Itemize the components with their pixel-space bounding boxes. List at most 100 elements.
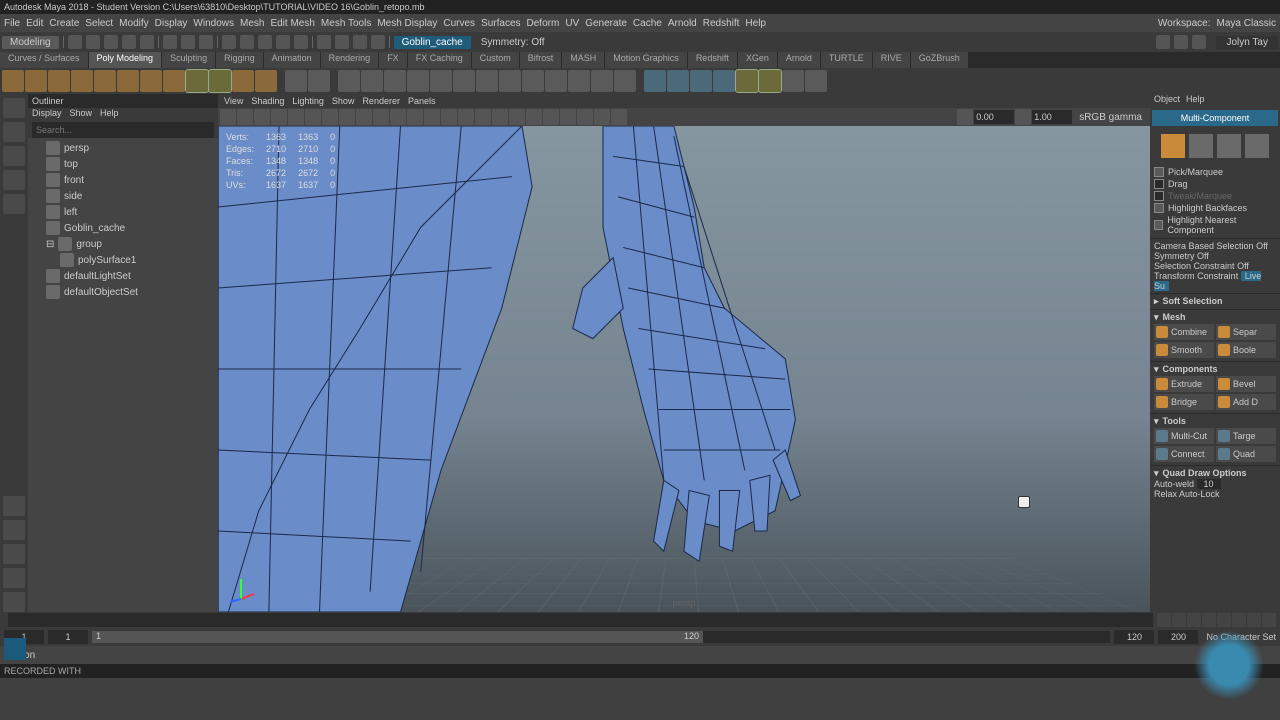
smooth-button[interactable]: Smooth xyxy=(1154,342,1214,358)
key-back-icon[interactable] xyxy=(1187,613,1201,627)
vp-xray-joints-icon[interactable] xyxy=(543,109,559,125)
bevel-icon[interactable] xyxy=(430,70,452,92)
pick-marquee-radio[interactable] xyxy=(1154,167,1164,177)
snap-grid-icon[interactable] xyxy=(222,35,236,49)
highlight-backfaces-checkbox[interactable] xyxy=(1154,203,1164,213)
undo-icon[interactable] xyxy=(122,35,136,49)
vp-smooth-shade-icon[interactable] xyxy=(441,109,457,125)
mesh-section-header[interactable]: ▾ Mesh xyxy=(1154,312,1276,323)
anim-end-input[interactable] xyxy=(1158,630,1198,644)
sculpt-icon[interactable] xyxy=(545,70,567,92)
menu-editmesh[interactable]: Edit Mesh xyxy=(270,18,314,29)
insert-edge-icon[interactable] xyxy=(614,70,636,92)
layout-four-icon[interactable] xyxy=(3,520,25,540)
combine-button[interactable]: Combine xyxy=(1154,324,1214,340)
auto-weld-input[interactable] xyxy=(1197,479,1221,489)
mode-selector[interactable]: Modeling xyxy=(2,36,59,49)
vp-dof-icon[interactable] xyxy=(611,109,627,125)
step-back-icon[interactable] xyxy=(1172,613,1186,627)
outliner-item-polysurface1[interactable]: polySurface1 xyxy=(32,252,214,268)
menu-deform[interactable]: Deform xyxy=(527,18,560,29)
shelf-tab-mash[interactable]: MASH xyxy=(562,52,604,68)
shelf-tab-sculpting[interactable]: Sculpting xyxy=(162,52,215,68)
play-back-icon[interactable] xyxy=(1202,613,1216,627)
highlight-nearest-checkbox[interactable] xyxy=(1154,220,1163,230)
uv-delete-icon[interactable] xyxy=(805,70,827,92)
shelf-tab-turtle[interactable]: TURTLE xyxy=(821,52,872,68)
play-forward-icon[interactable] xyxy=(1217,613,1231,627)
select-icon[interactable] xyxy=(163,35,177,49)
poly-type-icon[interactable] xyxy=(255,70,277,92)
shelf-tab-fx[interactable]: FX xyxy=(379,52,407,68)
multicut-button[interactable]: Multi-Cut xyxy=(1154,428,1214,444)
outliner-item-front[interactable]: front xyxy=(32,172,214,188)
menu-meshdisplay[interactable]: Mesh Display xyxy=(377,18,437,29)
vp-lock-camera-icon[interactable] xyxy=(237,109,253,125)
vertex-mode-icon[interactable] xyxy=(1189,134,1213,158)
drag-radio[interactable] xyxy=(1154,179,1164,189)
rotate-tool-icon[interactable] xyxy=(3,170,25,190)
poly-superellipse-icon[interactable] xyxy=(308,70,330,92)
key-forward-icon[interactable] xyxy=(1232,613,1246,627)
layout2-icon[interactable] xyxy=(1174,35,1188,49)
shelf-tab-rendering[interactable]: Rendering xyxy=(321,52,379,68)
menu-redshift[interactable]: Redshift xyxy=(703,18,740,29)
vp-exposure-icon[interactable] xyxy=(957,109,973,125)
layout-two-icon[interactable] xyxy=(3,544,25,564)
new-scene-icon[interactable] xyxy=(68,35,82,49)
menu-mesh[interactable]: Mesh xyxy=(240,18,264,29)
vp-image-plane-icon[interactable] xyxy=(271,109,287,125)
vp-gamma-icon[interactable] xyxy=(1015,109,1031,125)
poly-sphere-icon[interactable] xyxy=(2,70,24,92)
outliner-item-side[interactable]: side xyxy=(32,188,214,204)
poly-cube-icon[interactable] xyxy=(25,70,47,92)
symmetry-dropdown[interactable]: Off xyxy=(1197,251,1209,261)
vp-view[interactable]: View xyxy=(224,96,243,106)
menu-surfaces[interactable]: Surfaces xyxy=(481,18,520,29)
layout3-icon[interactable] xyxy=(1192,35,1206,49)
vp-film-gate-icon[interactable] xyxy=(322,109,338,125)
shelf-tab-bifrost[interactable]: Bifrost xyxy=(520,52,562,68)
vp-grid-icon[interactable] xyxy=(305,109,321,125)
outliner-display[interactable]: Display xyxy=(32,108,62,122)
vp-panels[interactable]: Panels xyxy=(408,96,436,106)
menu-display[interactable]: Display xyxy=(155,18,188,29)
vp-gamma-input[interactable] xyxy=(1032,110,1072,124)
menu-select[interactable]: Select xyxy=(85,18,113,29)
vp-renderer[interactable]: Renderer xyxy=(362,96,400,106)
save-scene-icon[interactable] xyxy=(104,35,118,49)
tweak-radio[interactable] xyxy=(1154,191,1164,201)
shelf-tab-redshift[interactable]: Redshift xyxy=(688,52,737,68)
poly-plane-icon[interactable] xyxy=(117,70,139,92)
soft-selection-header[interactable]: ▸ Soft Selection xyxy=(1154,296,1276,307)
snap-plane-icon[interactable] xyxy=(276,35,290,49)
poly-pipe-icon[interactable] xyxy=(232,70,254,92)
menu-generate[interactable]: Generate xyxy=(585,18,627,29)
add-divisions-button[interactable]: Add D xyxy=(1216,394,1276,410)
select-tool-icon[interactable] xyxy=(3,98,25,118)
workspace-selector[interactable]: Workspace: Maya Classic xyxy=(1158,18,1276,29)
outliner-item-defaultobjectset[interactable]: defaultObjectSet xyxy=(32,284,214,300)
boolean-button[interactable]: Boole xyxy=(1216,342,1276,358)
quad-draw-button[interactable]: Quad xyxy=(1216,446,1276,462)
poly-platonic-icon[interactable] xyxy=(163,70,185,92)
poly-pyramid-icon[interactable] xyxy=(186,70,208,92)
multicut-icon[interactable] xyxy=(453,70,475,92)
menu-cache[interactable]: Cache xyxy=(633,18,662,29)
vp-motion-blur-icon[interactable] xyxy=(577,109,593,125)
shelf-tab-fxcaching[interactable]: FX Caching xyxy=(408,52,471,68)
vp-gate-mask-icon[interactable] xyxy=(356,109,372,125)
vp-isolate-icon[interactable] xyxy=(509,109,525,125)
vp-aa-icon[interactable] xyxy=(594,109,610,125)
create-poly-icon[interactable] xyxy=(591,70,613,92)
layout-single-icon[interactable] xyxy=(3,496,25,516)
vp-shading[interactable]: Shading xyxy=(251,96,284,106)
snap-curve-icon[interactable] xyxy=(240,35,254,49)
relax-dropdown[interactable]: Auto-Lock xyxy=(1179,489,1220,499)
shelf-tab-xgen[interactable]: XGen xyxy=(738,52,777,68)
time-slider-track[interactable] xyxy=(8,613,1153,627)
outliner-help[interactable]: Help xyxy=(100,108,119,122)
components-section-header[interactable]: ▾ Components xyxy=(1154,364,1276,375)
range-start-input[interactable] xyxy=(48,630,88,644)
range-end-input[interactable] xyxy=(1114,630,1154,644)
